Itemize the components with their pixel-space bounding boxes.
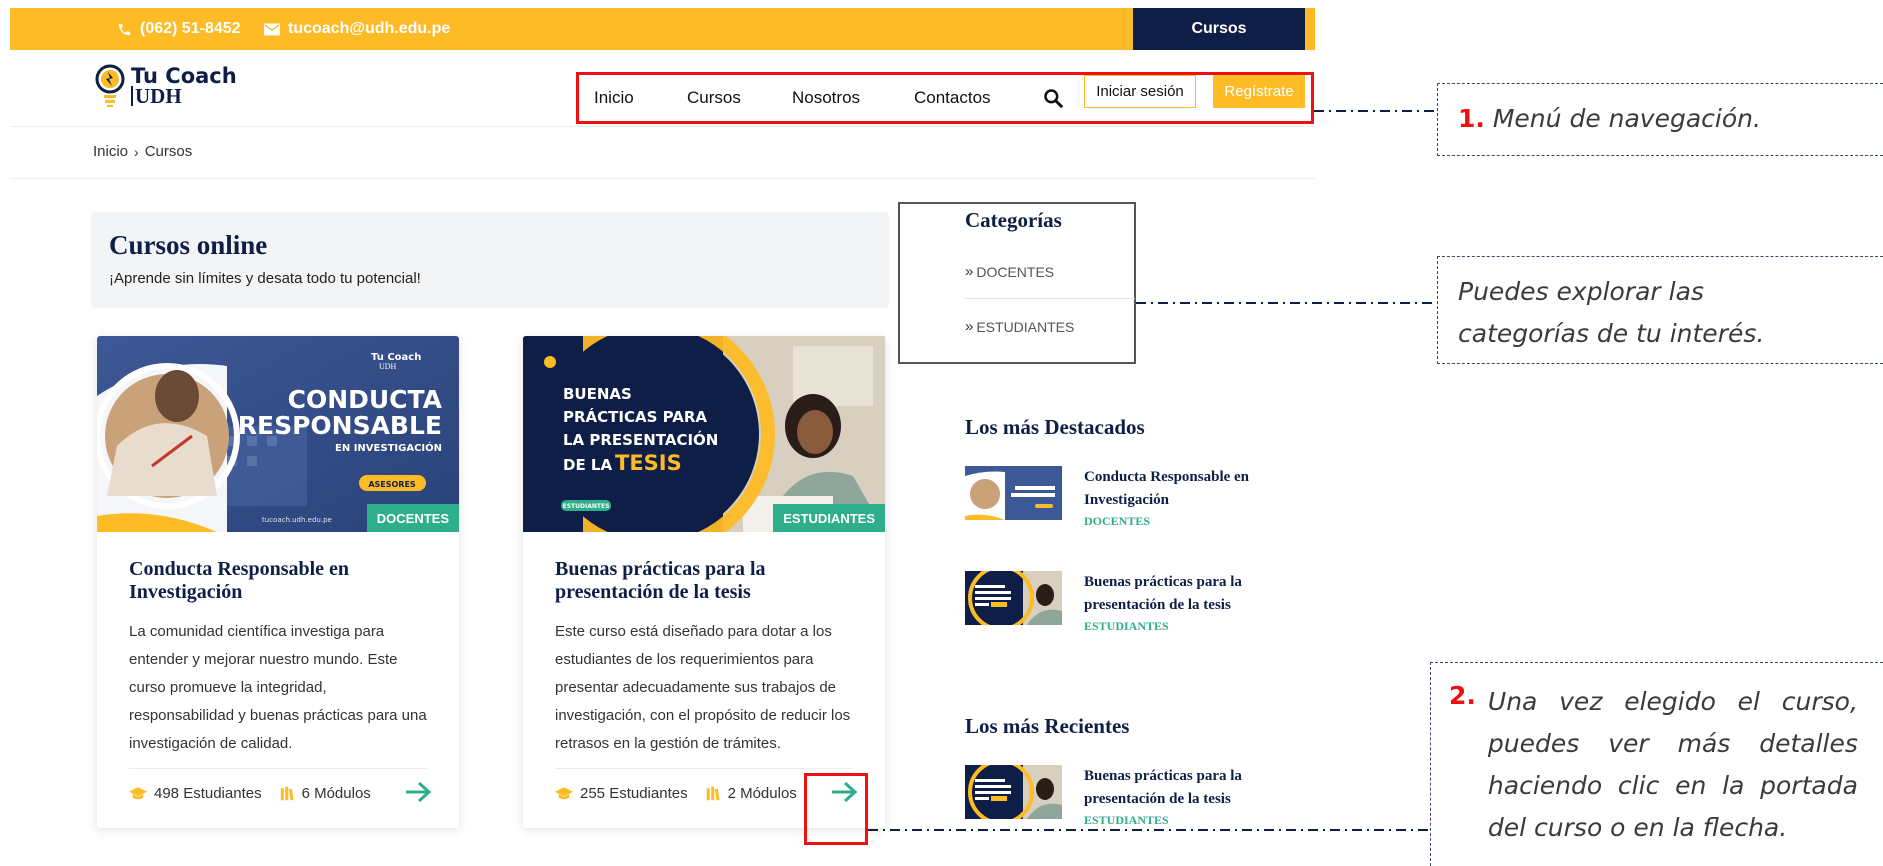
annotation-number: 2.	[1449, 681, 1476, 710]
annotation-nav: 1. Menú de navegación.	[1437, 83, 1883, 156]
annotation-text: Una vez elegido el curso, puedes ver más…	[1487, 687, 1858, 842]
annotation-course-detail: 2. Una vez elegido el curso, puedes ver …	[1430, 662, 1883, 866]
annotation-number: 1.	[1458, 104, 1485, 133]
annotation-text: Puedes explorar las categorías de tu int…	[1458, 277, 1765, 348]
annotation-text: Menú de navegación.	[1492, 104, 1761, 133]
annotation-categories: Puedes explorar las categorías de tu int…	[1437, 256, 1883, 364]
